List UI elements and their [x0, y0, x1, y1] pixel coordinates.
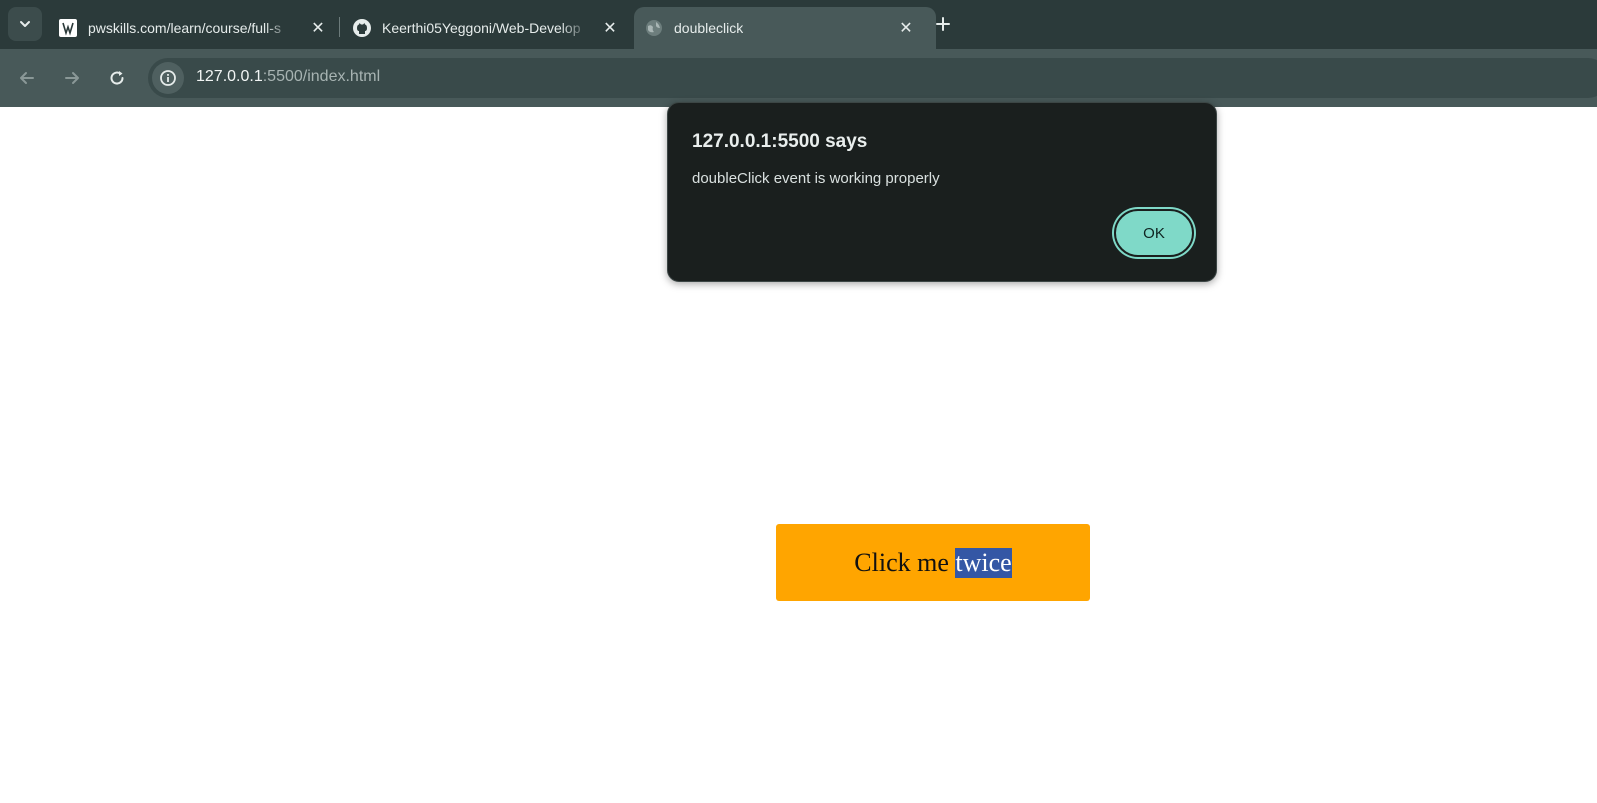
back-button[interactable] — [13, 64, 41, 92]
alert-dialog: 127.0.0.1:5500 says doubleClick event is… — [667, 102, 1217, 282]
alert-message: doubleClick event is working properly — [692, 170, 940, 187]
site-info-button[interactable] — [152, 62, 184, 94]
arrow-right-icon — [65, 72, 79, 84]
reload-button[interactable] — [103, 64, 131, 92]
github-icon — [352, 18, 372, 38]
alert-title: 127.0.0.1:5500 says — [692, 131, 868, 152]
tab-title: pwskills.com/learn/course/full-s — [88, 20, 294, 36]
selected-text: twice — [955, 547, 1012, 578]
button-label: Click me — [854, 547, 956, 577]
tab-github[interactable]: Keerthi05Yeggoni/Web-Develop ✕ — [342, 7, 624, 49]
tab-pwskills[interactable]: pwskills.com/learn/course/full-s ✕ — [48, 7, 332, 49]
pwskills-favicon-icon — [58, 18, 78, 38]
ok-button[interactable]: OK — [1114, 209, 1194, 257]
tab-search-button[interactable] — [8, 7, 42, 41]
close-tab-icon[interactable]: ✕ — [308, 18, 328, 38]
tab-doubleclick[interactable]: doubleclick ✕ — [634, 7, 936, 49]
tab-title: doubleclick — [674, 20, 744, 36]
plus-icon — [936, 17, 950, 31]
new-tab-button[interactable] — [930, 11, 956, 37]
tab-strip: pwskills.com/learn/course/full-s ✕ Keert… — [0, 0, 1597, 50]
chevron-down-icon — [20, 21, 30, 27]
info-icon — [160, 70, 176, 86]
url-text[interactable]: 127.0.0.1:5500/index.html — [196, 68, 380, 86]
url-path: :5500/index.html — [262, 68, 381, 85]
double-click-button[interactable]: Click me twice — [776, 524, 1090, 601]
globe-icon — [644, 18, 664, 38]
tab-divider — [339, 17, 340, 37]
url-host: 127.0.0.1 — [196, 68, 263, 85]
close-tab-icon[interactable]: ✕ — [600, 18, 620, 38]
close-tab-icon[interactable]: ✕ — [896, 18, 916, 38]
reload-icon — [110, 71, 124, 85]
forward-button[interactable] — [58, 64, 86, 92]
tab-title: Keerthi05Yeggoni/Web-Develop — [382, 20, 590, 36]
arrow-left-icon — [20, 72, 34, 84]
